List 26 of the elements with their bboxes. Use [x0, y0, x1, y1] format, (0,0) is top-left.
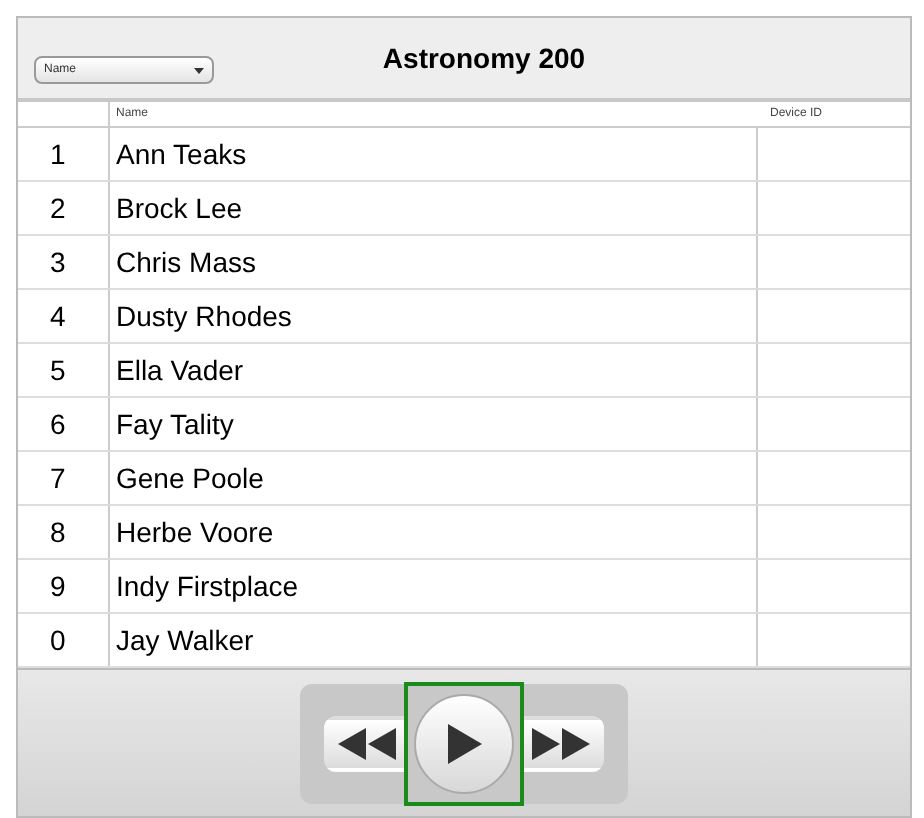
- student-name: Brock Lee: [110, 182, 758, 234]
- row-number: 5: [18, 344, 110, 396]
- row-number: 0: [18, 614, 110, 666]
- student-name: Ella Vader: [110, 344, 758, 396]
- student-name: Indy Firstplace: [110, 560, 758, 612]
- student-name: Herbe Voore: [110, 506, 758, 558]
- row-number: 7: [18, 452, 110, 504]
- row-number: 4: [18, 290, 110, 342]
- row-number: 1: [18, 128, 110, 180]
- row-number: 3: [18, 236, 110, 288]
- student-name: Jay Walker: [110, 614, 758, 666]
- fast-forward-icon: [530, 727, 590, 759]
- row-number: 8: [18, 506, 110, 558]
- row-number: 6: [18, 398, 110, 450]
- row-number: 2: [18, 182, 110, 234]
- student-name: Dusty Rhodes: [110, 290, 758, 342]
- class-title: Astronomy 200: [382, 39, 586, 78]
- play-icon: [444, 721, 484, 765]
- play-button[interactable]: [404, 681, 524, 805]
- caret-icon: [194, 67, 204, 73]
- rewind-icon: [338, 727, 398, 759]
- student-name: Fay Tality: [110, 398, 758, 450]
- row-number: 9: [18, 560, 110, 612]
- student-name: Ann Teaks: [110, 128, 758, 180]
- student-name: Gene Poole: [110, 452, 758, 504]
- student-name: Chris Mass: [110, 236, 758, 288]
